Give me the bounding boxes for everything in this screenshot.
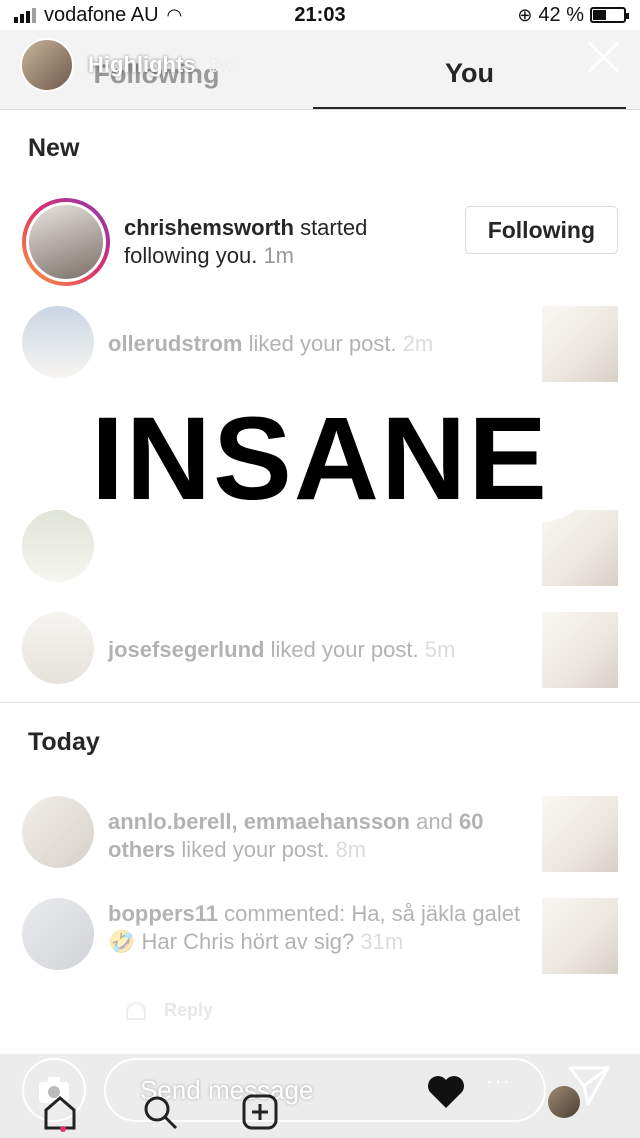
heart-icon[interactable]	[426, 1074, 466, 1110]
list-item[interactable]: josefsegerlund liked your post. 5m	[22, 612, 618, 688]
avatar[interactable]	[22, 510, 94, 582]
section-new-title: New	[28, 134, 80, 162]
list-item[interactable]: boppers11 commented: Ha, så jäkla galet …	[22, 898, 618, 974]
story-header: Highlights 8w	[20, 38, 234, 92]
notification-dot	[60, 1126, 66, 1132]
battery-info: ⊕ 42 %	[517, 3, 629, 27]
new-post-icon[interactable]	[240, 1092, 280, 1132]
bottom-navigation	[40, 1092, 280, 1132]
avatar[interactable]	[22, 612, 94, 684]
battery-percent: 42 %	[538, 3, 584, 26]
reply-row: Reply	[126, 1000, 213, 1021]
tab-you[interactable]: You	[313, 30, 626, 109]
following-button[interactable]: Following	[464, 206, 618, 254]
divider	[0, 702, 640, 703]
reply-link[interactable]: Reply	[164, 1000, 213, 1021]
status-bar: vodafone AU ◠ 21:03 ⊕ 42 %	[0, 0, 640, 30]
story-text-sticker: INSANE	[40, 393, 600, 525]
post-thumbnail[interactable]	[542, 510, 618, 586]
avatar[interactable]	[22, 796, 94, 868]
avatar[interactable]	[22, 306, 94, 378]
story-title: Highlights	[88, 52, 196, 77]
avatar[interactable]	[22, 198, 110, 286]
more-options-icon[interactable]: ···	[486, 1068, 511, 1094]
notification-text: annlo.berell, emmaehansson and 60 others…	[108, 809, 484, 862]
notification-text: chrishemsworth started following you. 1m	[124, 215, 368, 268]
post-thumbnail[interactable]	[542, 306, 618, 382]
post-thumbnail[interactable]	[542, 898, 618, 974]
story-age: 8w	[208, 55, 234, 77]
list-item[interactable]: chrishemsworth started following you. 1m…	[22, 198, 618, 286]
notification-text: boppers11 commented: Ha, så jäkla galet …	[108, 901, 521, 954]
story-avatar[interactable]	[20, 38, 74, 92]
list-item[interactable]: ollerudstrom liked your post. 2m	[22, 306, 618, 382]
notification-text: ollerudstrom liked your post. 2m	[108, 331, 434, 356]
section-today-title: Today	[28, 728, 100, 756]
notification-text: josefsegerlund liked your post. 5m	[108, 637, 456, 662]
close-icon[interactable]	[586, 40, 620, 74]
search-icon[interactable]	[140, 1092, 180, 1132]
post-thumbnail[interactable]	[542, 796, 618, 872]
profile-tab-avatar[interactable]	[548, 1086, 580, 1118]
list-item[interactable]: annlo.berell, emmaehansson and 60 others…	[22, 796, 618, 872]
battery-icon	[590, 7, 629, 23]
like-heart-icon[interactable]	[126, 1001, 146, 1020]
avatar[interactable]	[22, 898, 94, 970]
post-thumbnail[interactable]	[542, 612, 618, 688]
orientation-lock-icon: ⊕	[517, 4, 533, 25]
